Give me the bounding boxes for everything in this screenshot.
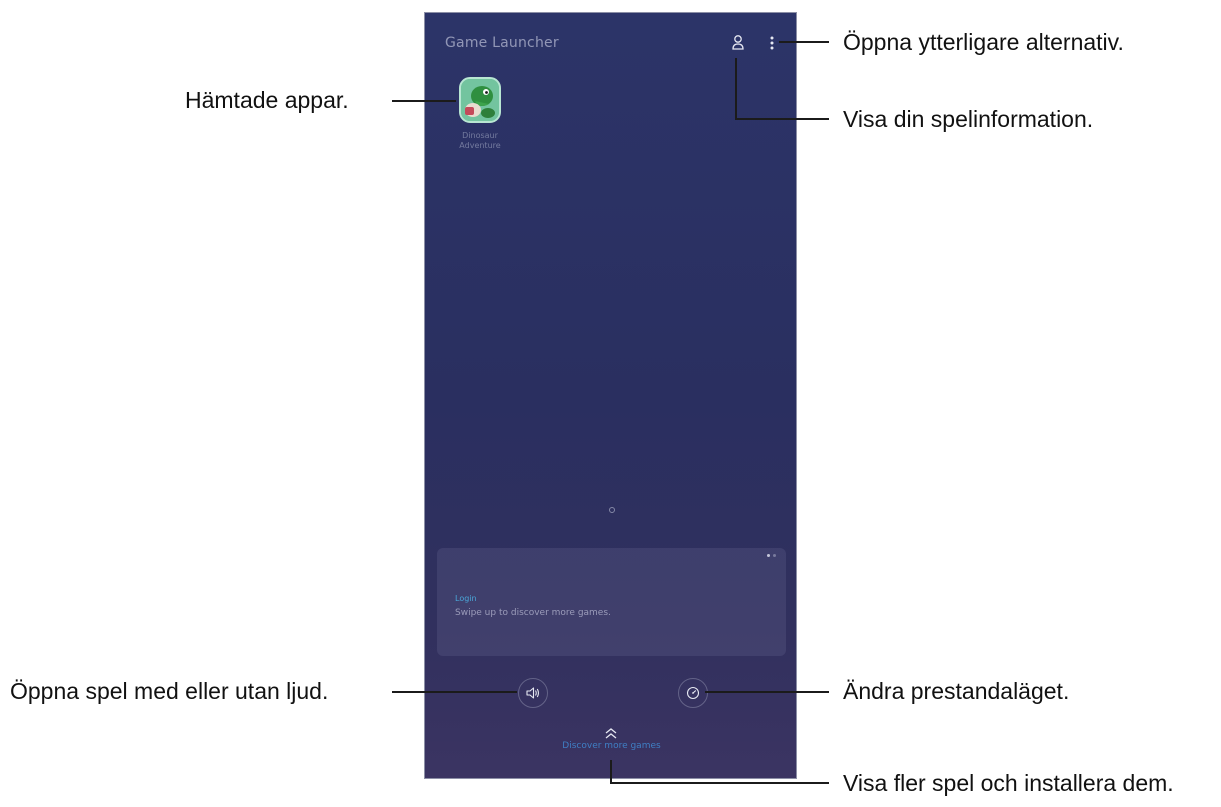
info-card[interactable]: Login Swipe up to discover more games. [437, 548, 786, 656]
double-chevron-up-icon[interactable] [603, 725, 619, 741]
callout-line-discover-h [610, 782, 829, 784]
card-label[interactable]: Login [455, 594, 477, 603]
profile-icon[interactable] [729, 33, 747, 53]
sound-toggle-button[interactable] [518, 678, 548, 708]
card-page-dots [767, 554, 776, 557]
discover-more-games-link[interactable]: Discover more games [425, 741, 796, 751]
card-text: Swipe up to discover more games. [455, 608, 611, 618]
more-options-icon[interactable] [765, 33, 779, 53]
page-indicator [609, 507, 615, 513]
callout-discover: Visa fler spel och installera dem. [843, 770, 1174, 796]
callout-line-profile-h [735, 118, 829, 120]
callout-line-more-options [779, 41, 829, 43]
performance-mode-icon [686, 686, 700, 700]
performance-mode-button[interactable] [678, 678, 708, 708]
callout-line-discover [610, 760, 612, 784]
downloaded-app-icon[interactable] [459, 77, 501, 123]
callout-performance: Ändra prestandaläget. [843, 678, 1070, 704]
callout-sound: Öppna spel med eller utan ljud. [10, 678, 329, 704]
speaker-icon [526, 687, 539, 699]
phone-screen: Game Launcher Dinosaur Adventure Login S… [424, 12, 797, 779]
app-title: Game Launcher [445, 35, 559, 51]
callout-line-downloaded-apps [392, 100, 456, 102]
callout-line-sound [392, 691, 517, 693]
callout-more-options: Öppna ytterligare alternativ. [843, 29, 1124, 55]
callout-downloaded-apps: Hämtade appar. [185, 87, 349, 113]
app-tile-label: Dinosaur Adventure [459, 131, 501, 150]
callout-profile: Visa din spelinformation. [843, 106, 1094, 132]
callout-line-profile [735, 58, 737, 120]
callout-line-performance [705, 691, 829, 693]
